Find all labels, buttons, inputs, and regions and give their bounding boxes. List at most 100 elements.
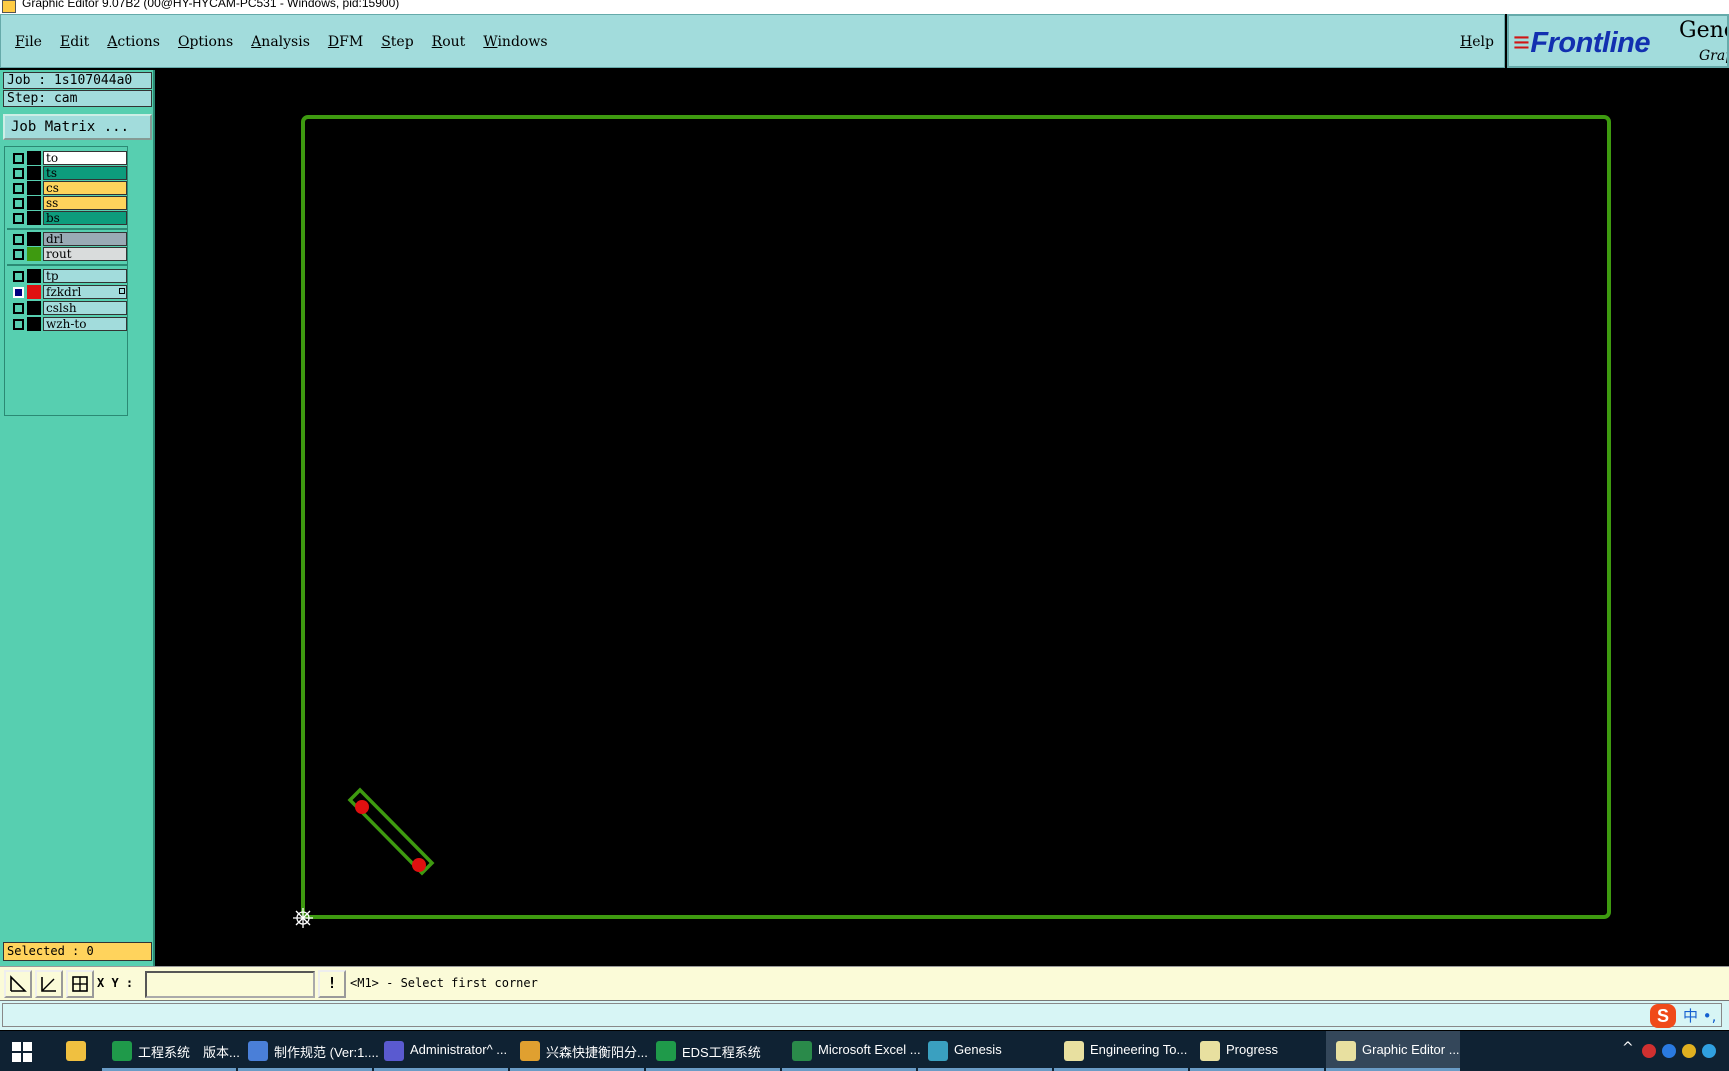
taskbar-item[interactable]: 制作规范 (Ver:1....: [238, 1031, 379, 1071]
layer-checkbox[interactable]: [13, 303, 24, 314]
layer-name: to: [43, 151, 127, 165]
drawing-svg: [293, 115, 1611, 928]
layer-name: cslsh: [43, 301, 127, 315]
layer-checkbox[interactable]: [13, 287, 24, 298]
layer-color-swatch: [27, 269, 41, 283]
app-icon: [656, 1041, 676, 1061]
layer-checkbox[interactable]: [13, 271, 24, 282]
taskbar-item-label: Progress: [1226, 1042, 1279, 1057]
taskbar-item[interactable]: Administrator^ ...: [374, 1031, 508, 1071]
layer-group-divider: [7, 264, 127, 266]
layer-checkbox[interactable]: [13, 198, 24, 209]
layer-checkbox[interactable]: [13, 213, 24, 224]
layer-color-swatch: [27, 181, 41, 195]
shield-icon[interactable]: [1662, 1044, 1676, 1058]
layer-color-swatch: [27, 196, 41, 210]
app-icon: [112, 1041, 132, 1061]
tray-app-icon[interactable]: [1642, 1044, 1656, 1058]
layer-name: tp: [43, 269, 127, 283]
menu-step[interactable]: Step: [381, 34, 413, 50]
left-panel: Job : 1s107044a0 Step: cam Job Matrix ..…: [0, 70, 155, 966]
taskbar-item[interactable]: EDS工程系统: [646, 1031, 780, 1071]
menu-analysis[interactable]: Analysis: [251, 34, 310, 50]
layer-row-bs[interactable]: bs: [7, 211, 127, 226]
warning-icon[interactable]: !: [318, 970, 346, 998]
app-icon: [928, 1041, 948, 1061]
layer-name: wzh-to: [43, 317, 127, 331]
app-icon: [520, 1041, 540, 1061]
layer-checkbox[interactable]: [13, 319, 24, 330]
file-explorer-taskbar-item[interactable]: [56, 1031, 96, 1071]
taskbar-item-label: 兴森快捷衡阳分...: [546, 1045, 648, 1060]
taskbar-item-label: Genesis: [954, 1042, 1002, 1057]
taskbar-item-label: EDS工程系统: [682, 1045, 761, 1060]
app-icon: [1064, 1041, 1084, 1061]
slot-pad-end: [412, 858, 426, 872]
step-label: Step: cam: [3, 90, 152, 107]
layer-color-swatch: [27, 301, 41, 315]
menu-windows[interactable]: Windows: [483, 34, 547, 50]
layer-checkbox[interactable]: [13, 168, 24, 179]
layer-row-cslsh[interactable]: cslsh: [7, 301, 127, 316]
layer-checkbox[interactable]: [13, 183, 24, 194]
layer-row-ts[interactable]: ts: [7, 166, 127, 181]
graphic-canvas[interactable]: [157, 70, 1729, 966]
taskbar-item-active[interactable]: Graphic Editor ...: [1326, 1031, 1460, 1071]
layer-row-drl[interactable]: drl: [7, 232, 127, 247]
layer-row-tp[interactable]: tp: [7, 269, 127, 284]
taskbar-item-label: 制作规范 (Ver:1....: [274, 1045, 379, 1060]
menu-dfm[interactable]: DFM: [328, 34, 363, 50]
job-label: Job : 1s107044a0: [3, 72, 152, 89]
frontline-logo: ≡Frontline: [1513, 27, 1650, 60]
layer-color-swatch: [27, 166, 41, 180]
menu-edit[interactable]: Edit: [60, 34, 89, 50]
xy-input[interactable]: [145, 971, 315, 998]
taskbar-item[interactable]: 兴森快捷衡阳分...: [510, 1031, 648, 1071]
taskbar-item-label: Graphic Editor ...: [1362, 1042, 1460, 1057]
layer-name: fzkdrl: [43, 285, 127, 299]
status-field: [2, 1003, 1722, 1027]
menu-actions[interactable]: Actions: [107, 34, 160, 50]
command-prompt: <M1> - Select first corner: [350, 976, 538, 990]
app-icon: [2, 0, 16, 13]
layer-row-fzkdrl[interactable]: fzkdrl: [7, 285, 127, 300]
menu-file[interactable]: File: [15, 34, 42, 50]
layer-name: ss: [43, 196, 127, 210]
layer-checkbox[interactable]: [13, 234, 24, 245]
ime-mode-indicator[interactable]: 中 •,: [1683, 1005, 1716, 1026]
network-icon[interactable]: [1702, 1044, 1716, 1058]
sogou-ime-icon[interactable]: S: [1650, 1004, 1676, 1028]
layer-row-rout[interactable]: rout: [7, 247, 127, 262]
taskbar-item[interactable]: 工程系统 版本...: [102, 1031, 240, 1071]
layer-checkbox[interactable]: [13, 249, 24, 260]
menu-help[interactable]: Help: [1460, 34, 1494, 50]
system-tray: ^: [1614, 1031, 1729, 1071]
layer-checkbox[interactable]: [13, 153, 24, 164]
job-matrix-button[interactable]: Job Matrix ...: [3, 114, 152, 140]
windows-start-icon[interactable]: [12, 1042, 32, 1062]
menu-options[interactable]: Options: [178, 34, 233, 50]
chevron-up-icon[interactable]: ^: [1622, 1040, 1634, 1056]
grid-mode-button[interactable]: [66, 970, 94, 998]
layer-row-ss[interactable]: ss: [7, 196, 127, 211]
selected-count: Selected : 0: [3, 942, 152, 961]
brand-logo: ≡Frontline Gene Grap: [1507, 14, 1729, 68]
menu-rout[interactable]: Rout: [432, 34, 466, 50]
brand-gene-text: Gene: [1679, 18, 1727, 43]
xy-label: X Y :: [97, 976, 134, 990]
logo-text: Frontline: [1530, 27, 1650, 59]
tray-app-icon[interactable]: [1682, 1044, 1696, 1058]
layer-row-wzh-to[interactable]: wzh-to: [7, 317, 127, 332]
taskbar-item[interactable]: Genesis: [918, 1031, 1052, 1071]
taskbar-item[interactable]: Microsoft Excel ...: [782, 1031, 921, 1071]
snap-mode-button[interactable]: [4, 970, 32, 998]
taskbar-item-label: Engineering To...: [1090, 1042, 1188, 1057]
menu-items: File Edit Actions Options Analysis DFM S…: [15, 34, 548, 50]
layer-row-to[interactable]: to: [7, 151, 127, 166]
menu-bar: File Edit Actions Options Analysis DFM S…: [0, 14, 1505, 68]
measure-mode-button[interactable]: [35, 970, 63, 998]
layer-group-divider: [7, 228, 127, 230]
taskbar-item[interactable]: Progress: [1190, 1031, 1324, 1071]
layer-row-cs[interactable]: cs: [7, 181, 127, 196]
taskbar-item[interactable]: Engineering To...: [1054, 1031, 1188, 1071]
